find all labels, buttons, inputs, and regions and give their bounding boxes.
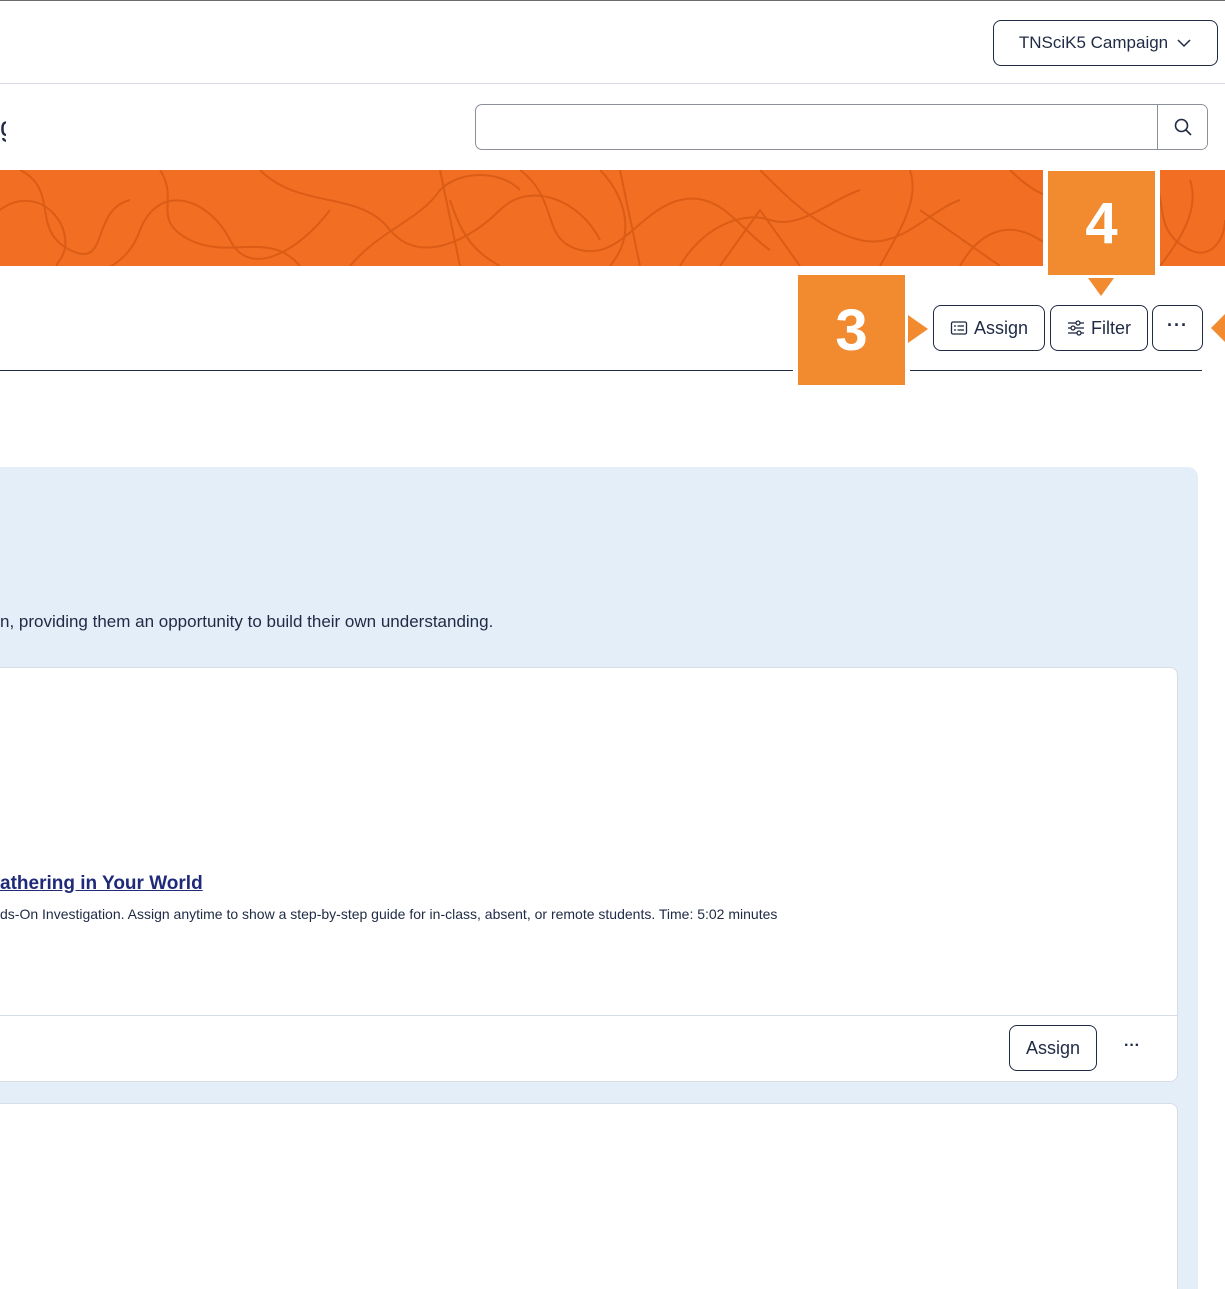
card-assign-button[interactable]: Assign [1009,1025,1097,1071]
assign-label: Assign [973,317,1029,338]
top-bar: TNSciK5 Campaign [0,0,1225,84]
decorative-banner [0,170,1225,266]
assign-button[interactable]: Assign [933,305,1045,351]
callout-5-pointer [1211,314,1225,342]
chevron-down-icon [1177,39,1191,48]
search-input[interactable] [476,105,1157,149]
campaign-selector-button[interactable]: TNSciK5 Campaign [993,20,1218,66]
panel-description: n, providing them an opportunity to buil… [0,612,494,631]
filter-button[interactable]: Filter [1050,305,1148,351]
card-divider [0,1015,1177,1016]
callout-3: 3 [793,270,910,390]
toolbar-divider [0,370,1202,371]
callout-4: 4 [1043,166,1160,280]
list-icon [950,321,968,335]
page-title: g [0,110,6,144]
search-box [475,104,1208,150]
callout-4-pointer [1088,278,1114,296]
callout-3-pointer [908,315,928,343]
more-options-button[interactable]: ··· [1152,305,1203,351]
search-button[interactable] [1157,105,1207,149]
campaign-label: TNSciK5 Campaign [1018,33,1169,52]
resource-description: ds-On Investigation. Assign anytime to s… [0,906,778,922]
sliders-icon [1068,320,1084,336]
card-more-button[interactable]: ··· [1118,1032,1146,1060]
search-icon [1174,118,1192,136]
resource-card [0,1103,1178,1289]
resource-title-link[interactable]: athering in Your World [0,873,203,895]
wavy-pattern-icon [0,170,1225,266]
filter-label: Filter [1091,317,1131,338]
